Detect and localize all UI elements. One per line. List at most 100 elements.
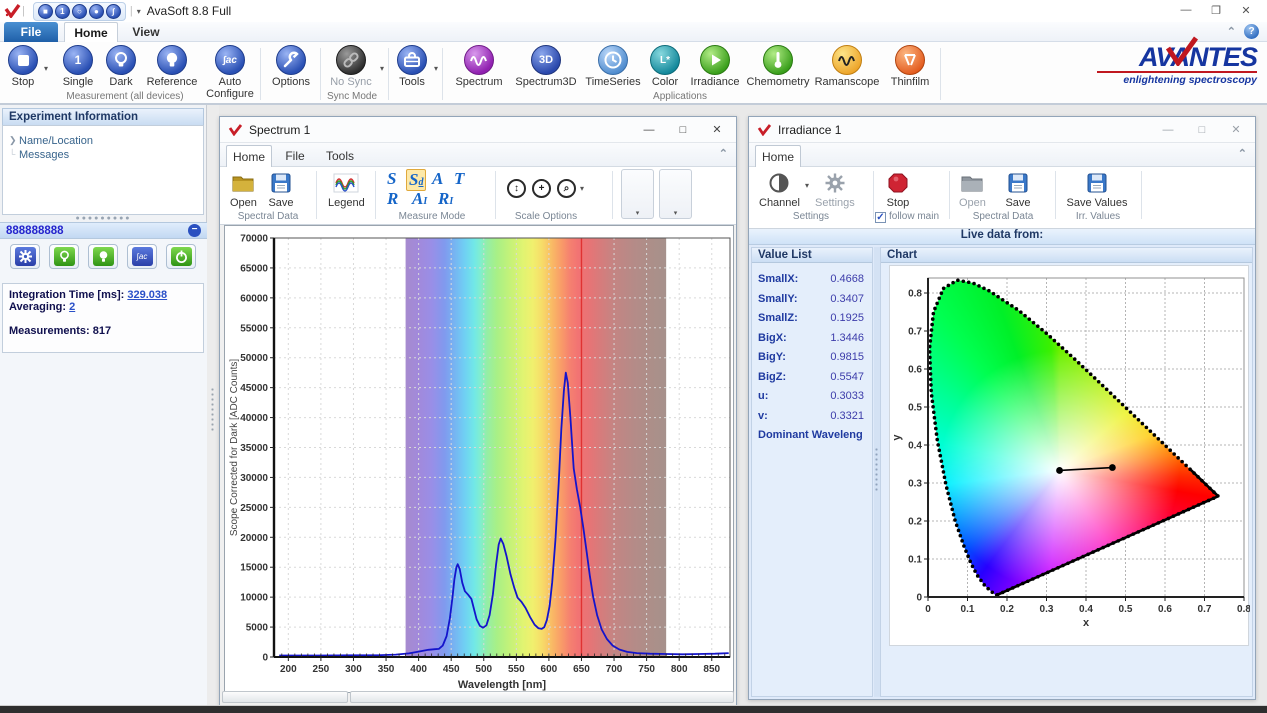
save-values-button[interactable]: Save Values: [1065, 171, 1129, 209]
spectrum-window-controls: — □ ✕: [632, 118, 734, 141]
channel-caret-icon[interactable]: ▾: [805, 181, 809, 190]
irradiance-toolbar: Channel ▾ Settings Settings Stop ✓follow…: [749, 167, 1255, 229]
scale-caret-icon[interactable]: ▾: [580, 184, 584, 193]
app-spectrum3d-button[interactable]: 3D Spectrum3D: [512, 45, 580, 89]
app-timeseries-button[interactable]: TimeSeries: [582, 45, 644, 89]
device-settings-button[interactable]: [10, 244, 40, 269]
checkbox-checked-icon[interactable]: ✓: [875, 212, 886, 223]
toolbar-separator: [949, 171, 950, 219]
thinfilm-icon: [895, 45, 925, 75]
gear-icon: [822, 171, 848, 195]
open-button[interactable]: Open: [959, 171, 986, 209]
save-button[interactable]: Save: [1005, 171, 1031, 209]
tree-item-messages[interactable]: └ Messages: [7, 148, 199, 162]
save-button[interactable]: Save: [268, 171, 294, 209]
maximize-button[interactable]: ❐: [1201, 0, 1231, 20]
tab-file[interactable]: File: [4, 22, 58, 42]
device-reference-button[interactable]: [88, 244, 118, 269]
irradiance-tab-home[interactable]: Home: [755, 145, 801, 167]
collapse-toolbar-icon[interactable]: ⌃: [1238, 147, 1247, 160]
spectrum-tab-tools[interactable]: Tools: [318, 145, 362, 167]
qat-reference-icon[interactable]: ●: [89, 4, 104, 19]
channel-button[interactable]: Channel: [759, 171, 800, 209]
maximize-button[interactable]: □: [666, 118, 700, 141]
minimize-button[interactable]: —: [1171, 0, 1201, 20]
minimize-button[interactable]: —: [632, 118, 666, 141]
qat-customize-caret-icon[interactable]: ▾: [137, 7, 141, 16]
sync-caret-icon[interactable]: ▾: [380, 64, 384, 73]
expander-icon[interactable]: ❯: [9, 135, 17, 146]
zoom-region-icon[interactable]: ⌕: [557, 179, 576, 198]
spectrum-title-bar[interactable]: Spectrum 1 — □ ✕: [220, 117, 736, 143]
svg-text:250: 250: [313, 664, 330, 675]
svg-text:400: 400: [410, 664, 427, 675]
follow-main-checkbox[interactable]: ✓follow main: [867, 211, 947, 223]
tab-home[interactable]: Home: [64, 22, 118, 42]
close-button[interactable]: ✕: [1219, 118, 1253, 141]
legend-button[interactable]: Legend: [328, 171, 365, 209]
close-button[interactable]: ✕: [1231, 0, 1261, 20]
app-spectrum-button[interactable]: Spectrum: [448, 45, 510, 89]
options-button[interactable]: Options: [266, 45, 316, 89]
avasoft-screen: | ■ 1 ○ ● ∫ | ▾ AvaSoft 8.8 Full — ❐ ✕ F…: [0, 0, 1267, 713]
stop-button[interactable]: Stop: [4, 45, 42, 89]
dark-button[interactable]: Dark: [102, 45, 140, 89]
group-label-applications: Applications: [560, 91, 800, 102]
stop-button[interactable]: Stop: [885, 171, 911, 209]
svg-text:500: 500: [475, 664, 492, 675]
single-button[interactable]: 1 Single: [56, 45, 100, 89]
minimize-button[interactable]: —: [1151, 118, 1185, 141]
qat-autoconfigure-icon[interactable]: ∫: [106, 4, 121, 19]
mode-transmittance-button[interactable]: T: [454, 169, 464, 189]
main-title-bar: | ■ 1 ○ ● ∫ | ▾ AvaSoft 8.8 Full — ❐ ✕: [0, 0, 1267, 22]
empty-dropdown-2[interactable]: ▾: [659, 169, 692, 219]
integration-time-value[interactable]: 329.038: [127, 289, 167, 301]
device-autoconfigure-button[interactable]: ∫ac: [127, 244, 157, 269]
irradiance-title-bar[interactable]: Irradiance 1 — □ ✕: [749, 117, 1255, 143]
spectrum-tab-file[interactable]: File: [276, 145, 314, 167]
mode-relative-irradiance-button[interactable]: RI: [438, 189, 453, 209]
device-panel-header[interactable]: 888888888 −: [0, 222, 207, 239]
mode-scope-minus-dark-button[interactable]: Sd: [406, 169, 426, 191]
app-thinfilm-button[interactable]: Thinfilm: [884, 45, 936, 89]
mode-absorbance-button[interactable]: A: [432, 169, 443, 189]
reference-button[interactable]: Reference: [142, 45, 202, 89]
zoom-all-icon[interactable]: +: [532, 179, 551, 198]
sidebar-resize-grip[interactable]: [207, 105, 219, 705]
wrench-icon: [276, 45, 306, 75]
tools-button[interactable]: Tools: [392, 45, 432, 89]
device-dark-button[interactable]: [49, 244, 79, 269]
stop-caret-icon[interactable]: ▾: [44, 64, 48, 73]
averaging-value[interactable]: 2: [69, 301, 75, 313]
mode-absolute-irradiance-button[interactable]: AI: [412, 189, 427, 209]
zoom-vertical-icon[interactable]: ↕: [507, 179, 526, 198]
mode-reflectance-button[interactable]: R: [387, 189, 398, 209]
app-irradiance-button[interactable]: Irradiance: [686, 45, 744, 89]
toolbar-separator: [612, 171, 613, 219]
tree-item-name-location[interactable]: ❯ Name/Location: [7, 134, 199, 148]
device-power-button[interactable]: [166, 244, 196, 269]
settings-button[interactable]: Settings: [815, 171, 855, 209]
cie-chromaticity-chart[interactable]: 00.10.20.30.40.50.60.70.800.10.20.30.40.…: [889, 265, 1249, 646]
no-sync-button[interactable]: No Sync: [326, 45, 376, 89]
qat-stop-icon[interactable]: ■: [38, 4, 53, 19]
maximize-button[interactable]: □: [1185, 118, 1219, 141]
close-button[interactable]: ✕: [700, 118, 734, 141]
app-ramanscope-button[interactable]: Ramanscope: [812, 45, 882, 89]
collapse-toolbar-icon[interactable]: ⌃: [719, 147, 728, 160]
spectrum-tab-home[interactable]: Home: [226, 145, 272, 167]
spectrum-chart[interactable]: 2002503003504004505005506006507007508008…: [224, 225, 734, 693]
qat-single-icon[interactable]: 1: [55, 4, 70, 19]
help-icon[interactable]: ?: [1244, 24, 1259, 39]
collapse-ribbon-icon[interactable]: ⌃: [1227, 25, 1236, 38]
qat-dark-icon[interactable]: ○: [72, 4, 87, 19]
tab-view[interactable]: View: [122, 22, 170, 42]
app-color-button[interactable]: L* Color: [646, 45, 684, 89]
collapse-panel-icon[interactable]: −: [188, 224, 201, 237]
tools-caret-icon[interactable]: ▾: [434, 64, 438, 73]
empty-dropdown-1[interactable]: ▾: [621, 169, 654, 219]
app-chemometry-button[interactable]: Chemometry: [746, 45, 810, 89]
mode-scope-button[interactable]: S: [387, 169, 396, 189]
sidebar-splitter[interactable]: ●●●●●●●●●: [0, 215, 207, 222]
open-button[interactable]: Open: [230, 171, 257, 209]
